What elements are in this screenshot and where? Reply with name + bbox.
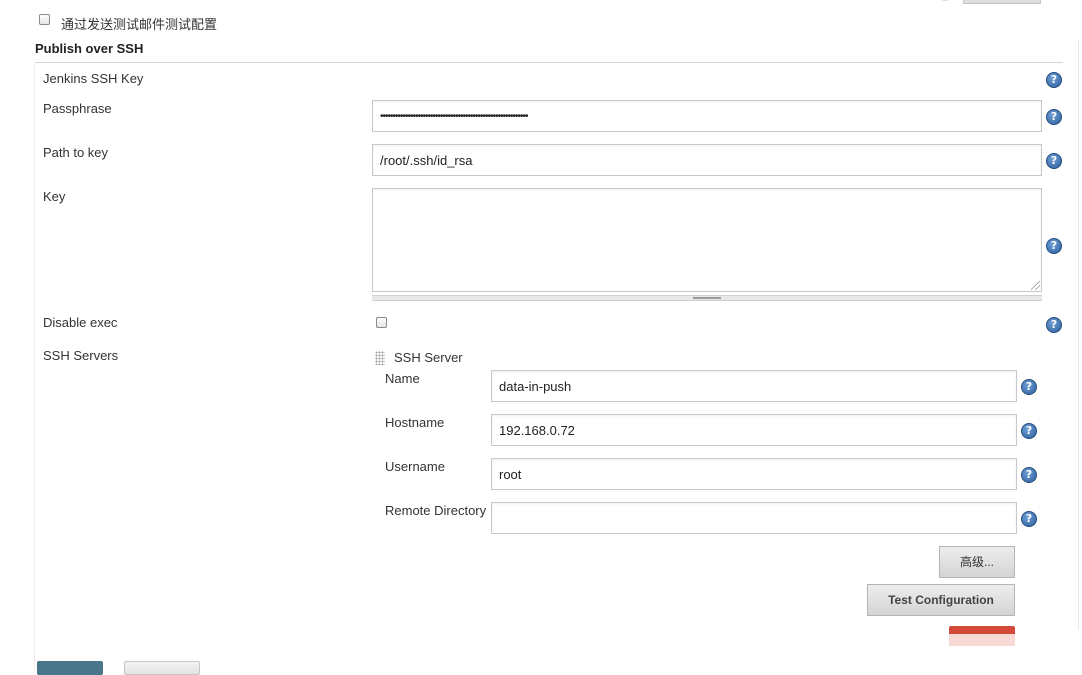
key-label: Key bbox=[43, 189, 66, 204]
test-configuration-button[interactable]: Test Configuration bbox=[867, 584, 1015, 616]
remote-directory-label: Remote Directory bbox=[385, 503, 487, 518]
left-border-line bbox=[34, 63, 35, 670]
key-textarea[interactable] bbox=[372, 188, 1042, 292]
apply-button[interactable] bbox=[124, 661, 200, 675]
passphrase-input[interactable] bbox=[372, 100, 1042, 132]
hostname-label: Hostname bbox=[385, 415, 445, 430]
username-input[interactable] bbox=[491, 458, 1017, 490]
remote-directory-input[interactable] bbox=[491, 502, 1017, 534]
help-icon[interactable]: ? bbox=[1046, 109, 1062, 125]
delete-server-button[interactable] bbox=[949, 626, 1015, 646]
disable-exec-checkbox[interactable] bbox=[376, 317, 387, 328]
passphrase-label: Passphrase bbox=[43, 101, 112, 116]
help-icon[interactable]: ? bbox=[1046, 72, 1062, 88]
section-divider bbox=[35, 62, 1063, 63]
textarea-resize-corner-icon[interactable] bbox=[1031, 281, 1040, 290]
top-cutoff-button[interactable] bbox=[963, 0, 1041, 4]
help-icon[interactable]: ? bbox=[1021, 511, 1037, 527]
drag-handle-icon[interactable] bbox=[375, 351, 385, 365]
help-icon[interactable]: ? bbox=[1021, 423, 1037, 439]
hostname-input[interactable] bbox=[491, 414, 1017, 446]
email-test-label: 通过发送测试邮件测试配置 bbox=[61, 17, 218, 32]
path-to-key-input[interactable] bbox=[372, 144, 1042, 176]
top-cutoff-icon bbox=[938, 0, 952, 1]
ssh-server-header: SSH Server bbox=[394, 350, 463, 365]
path-to-key-label: Path to key bbox=[43, 145, 109, 160]
save-button[interactable] bbox=[37, 661, 103, 675]
jenkins-ssh-key-label: Jenkins SSH Key bbox=[43, 71, 144, 86]
help-icon[interactable]: ? bbox=[1046, 153, 1062, 169]
email-test-checkbox[interactable] bbox=[39, 14, 50, 25]
right-border-line bbox=[1078, 40, 1079, 630]
help-icon[interactable]: ? bbox=[1021, 467, 1037, 483]
help-icon[interactable]: ? bbox=[1021, 379, 1037, 395]
disable-exec-label: Disable exec bbox=[43, 315, 118, 330]
server-name-label: Name bbox=[385, 371, 420, 386]
username-label: Username bbox=[385, 459, 445, 474]
help-icon[interactable]: ? bbox=[1046, 317, 1062, 333]
server-name-input[interactable] bbox=[491, 370, 1017, 402]
section-title: Publish over SSH bbox=[35, 41, 144, 56]
resize-grip-icon bbox=[693, 297, 721, 299]
help-icon[interactable]: ? bbox=[1046, 238, 1062, 254]
advanced-button[interactable]: 高级... bbox=[939, 546, 1015, 578]
ssh-servers-label: SSH Servers bbox=[43, 348, 119, 363]
